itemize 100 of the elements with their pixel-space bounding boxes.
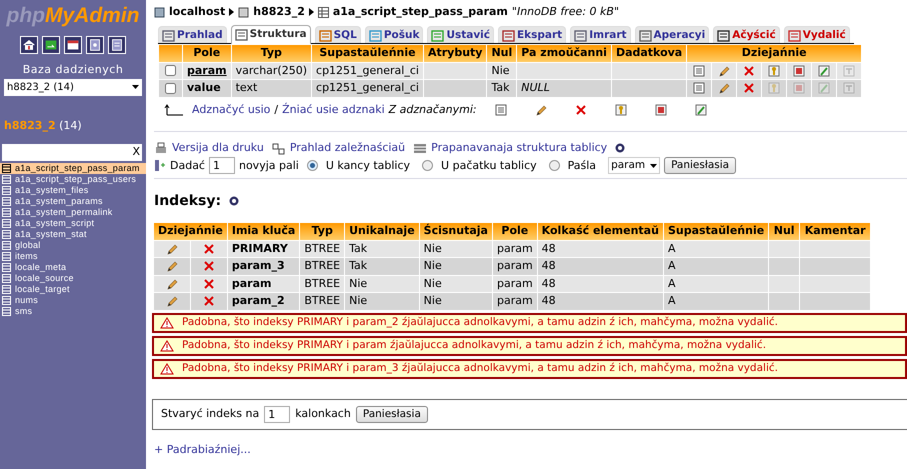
table-icon[interactable] <box>2 164 11 172</box>
index-icon[interactable] <box>818 64 830 77</box>
link[interactable]: Prapanavanaja struktura tablicy <box>431 140 608 156</box>
pencil-icon[interactable] <box>166 260 178 272</box>
table-link[interactable]: a1a_system_stat <box>15 229 87 239</box>
database-select[interactable]: h8823_2 (14) <box>4 78 142 96</box>
table-cell: text <box>236 81 258 94</box>
table-cell: BTREE <box>304 242 340 255</box>
check-all-link[interactable]: Adznačyć usio <box>192 102 270 118</box>
table-link[interactable]: locale_target <box>15 284 70 294</box>
tab[interactable]: Struktura <box>230 24 311 44</box>
database-link[interactable]: h8823_2 <box>253 4 305 20</box>
table-cell: NULL <box>521 81 550 94</box>
unique-icon[interactable] <box>793 64 806 77</box>
link[interactable]: Prahlad zaležnaściaŭ <box>290 140 406 156</box>
tab-icon <box>368 28 382 42</box>
tab[interactable]: Vydalić <box>784 26 850 44</box>
table-icon <box>318 6 329 18</box>
database-icon <box>238 6 250 18</box>
tab-icon <box>717 28 730 42</box>
field-name: value <box>187 81 221 94</box>
add-label: novyja pali <box>238 158 299 174</box>
table-cell: param <box>496 259 533 272</box>
link[interactable]: Versija dla druku <box>172 140 264 156</box>
caret-icon <box>650 164 658 168</box>
tab[interactable]: SQL <box>314 26 361 44</box>
delete-icon[interactable] <box>202 295 215 308</box>
go-button[interactable]: Paniesłasia <box>664 157 736 174</box>
index-name: PRIMARY <box>232 242 288 255</box>
logo-text: MyAdmin <box>44 4 140 27</box>
help-icon[interactable] <box>87 36 103 54</box>
delete-icon[interactable] <box>202 278 215 290</box>
index-icon[interactable] <box>694 104 707 116</box>
count-field[interactable]: 1 <box>208 157 235 174</box>
separator: / <box>274 102 278 118</box>
column-header: Typ <box>300 223 344 240</box>
database-label: Baza dadzienych <box>22 62 124 78</box>
tab[interactable]: Pošuk <box>364 26 424 44</box>
unique-icon[interactable] <box>654 104 667 116</box>
tab[interactable]: Imrart <box>570 26 631 44</box>
warning-text: Padobna, što indeksy PRIMARY i param_2 źjaŭlajucca adnolkavymi, a tamu adzin ź ich, mahčyma, možna vydalić. <box>182 314 778 330</box>
pencil-icon[interactable] <box>166 278 178 290</box>
list-icon[interactable] <box>693 64 706 77</box>
pencil-icon[interactable] <box>166 295 178 308</box>
row-checkbox[interactable] <box>165 65 176 76</box>
table-cell: Tak <box>349 259 368 272</box>
column-header: Ścisnutaja <box>420 223 492 240</box>
more-link[interactable]: + Padrabiaźniej... <box>154 442 251 456</box>
server-link[interactable]: localhost <box>169 4 226 20</box>
field-select[interactable]: param <box>608 157 660 174</box>
key-icon[interactable] <box>614 104 627 116</box>
column-header: Pole <box>183 45 231 62</box>
table-link[interactable]: sms <box>15 306 32 316</box>
delete-icon[interactable] <box>743 82 756 94</box>
radio-label: U kancy tablicy <box>326 158 410 174</box>
pencil-icon[interactable] <box>718 64 730 77</box>
table-link[interactable]: nums <box>15 295 38 305</box>
delete-icon[interactable] <box>202 242 215 255</box>
table-link[interactable]: a1a_script_step_pass_users <box>15 174 136 184</box>
go-button[interactable]: Paniesłasia <box>356 406 428 423</box>
table-link[interactable]: global <box>15 240 41 250</box>
pencil-icon[interactable] <box>534 104 547 116</box>
radio-button[interactable] <box>548 160 560 172</box>
help-icon[interactable] <box>615 143 626 153</box>
tab[interactable]: Ekspart <box>498 26 566 44</box>
help-icon[interactable] <box>229 196 240 206</box>
delete-icon[interactable] <box>574 104 587 116</box>
tab[interactable]: Ustavić <box>427 26 494 44</box>
table-link[interactable]: a1a_system_params <box>15 196 103 206</box>
pencil-icon[interactable] <box>718 82 730 94</box>
radio-button[interactable] <box>422 160 434 172</box>
column-header: Typ <box>232 45 312 62</box>
uncheck-all-link[interactable]: Źniać usie adznaki <box>282 102 385 118</box>
table-link[interactable]: a1a_script_step_pass_param <box>332 4 508 20</box>
list-icon[interactable] <box>494 104 507 116</box>
table-link[interactable]: locale_meta <box>15 262 66 272</box>
tab[interactable]: Prahlad <box>158 26 227 44</box>
column-header: Unikalnaje <box>345 223 419 240</box>
table-link[interactable]: a1a_system_permalink <box>15 207 113 217</box>
table-link[interactable]: a1a_system_files <box>15 185 89 195</box>
table-cell: Nie <box>349 294 368 308</box>
table-link[interactable]: items <box>15 251 38 261</box>
radio-button[interactable] <box>306 160 318 172</box>
pencil-icon[interactable] <box>166 242 178 255</box>
row-checkbox[interactable] <box>165 82 176 94</box>
delete-icon[interactable] <box>202 260 215 272</box>
column-header: Kamentar <box>800 223 870 240</box>
list-icon[interactable] <box>693 82 706 94</box>
delete-icon[interactable] <box>743 64 756 77</box>
table-link[interactable]: locale_source <box>15 273 74 283</box>
clear-button[interactable]: X <box>132 144 140 160</box>
filter-field[interactable]: X <box>2 144 142 160</box>
column-header: Nul <box>769 223 800 240</box>
key-icon[interactable] <box>768 64 780 77</box>
tab[interactable]: Aperacyi <box>634 26 710 44</box>
table-link[interactable]: a1a_system_script <box>15 218 94 228</box>
tab[interactable]: Ačyścić <box>713 26 780 44</box>
column-count-field[interactable]: 1 <box>264 406 290 423</box>
docs-icon[interactable] <box>109 36 125 54</box>
separator-arrow-icon <box>308 8 314 16</box>
